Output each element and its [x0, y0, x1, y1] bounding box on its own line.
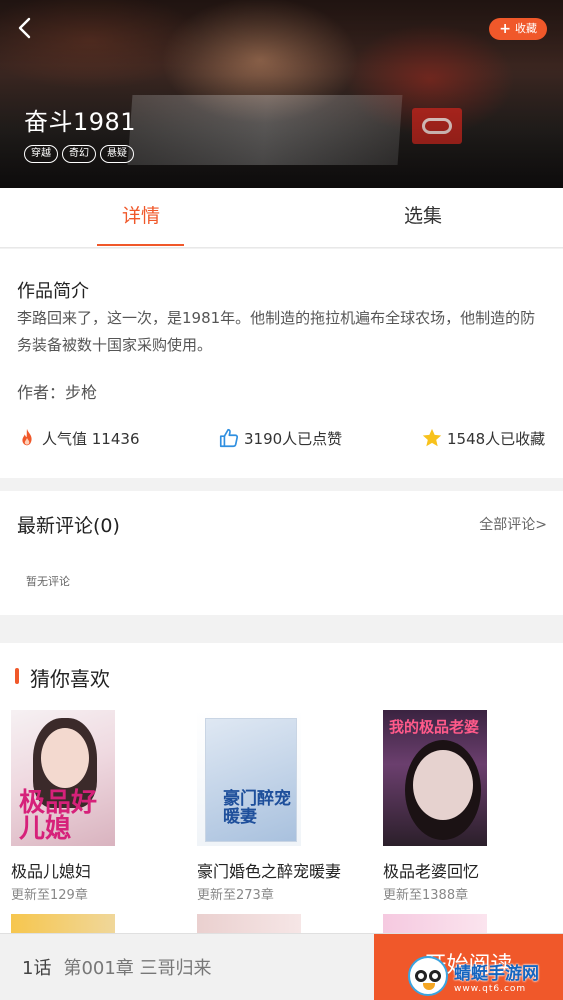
- current-episode[interactable]: 1话 第001章 三哥归来: [22, 954, 212, 980]
- book-cover-partial[interactable]: [383, 914, 487, 934]
- cover-title: 豪门醉宠暖妻: [223, 789, 291, 827]
- favorite-label: 收藏: [515, 22, 537, 35]
- all-comments-link[interactable]: 全部评论>: [479, 514, 547, 534]
- chevron-left-icon: [18, 17, 31, 39]
- genre-tag[interactable]: 悬疑: [100, 145, 134, 163]
- book-cover: 极品好儿媳: [11, 710, 115, 846]
- book-name: 极品儿媳妇: [11, 862, 92, 881]
- popularity-stat: 人气值 11436: [16, 426, 140, 450]
- episode-title: 第001章 三哥归来: [63, 958, 212, 979]
- tab-episodes[interactable]: 选集: [282, 188, 563, 248]
- hero-banner: + 收藏 奋斗1981 穿越 奇幻 悬疑: [0, 0, 563, 188]
- favorites-stat[interactable]: 1548人已收藏: [421, 426, 545, 450]
- genre-tag[interactable]: 奇幻: [62, 145, 96, 163]
- plus-icon: +: [499, 21, 511, 37]
- details-card: 作品简介 李路回来了，这一次，是1981年。他制造的拖拉机遍布全球农场，他制造的…: [0, 249, 563, 478]
- tab-bar: 详情 选集: [0, 188, 563, 248]
- recommended-book[interactable]: 极品好儿媳 极品儿媳妇 更新至129章: [11, 710, 186, 903]
- synopsis-heading: 作品简介: [17, 281, 89, 302]
- cover-title: 极品好儿媳: [19, 788, 98, 844]
- book-cover-partial[interactable]: [11, 914, 115, 934]
- section-accent-bar: [15, 668, 19, 684]
- book-title: 奋斗1981: [24, 108, 137, 136]
- cover-title: 我的极品老婆: [389, 718, 480, 736]
- likes-text: 3190人已点赞: [244, 429, 343, 448]
- dragonfly-logo-icon: [408, 956, 448, 996]
- favorites-text: 1548人已收藏: [447, 429, 546, 448]
- book-cover: 豪门醉宠暖妻: [197, 710, 301, 846]
- comments-section: 最新评论(0) 全部评论> 暂无评论: [0, 491, 563, 615]
- book-name: 豪门婚色之醉宠暖妻: [197, 862, 342, 881]
- site-watermark: 蜻蜓手游网 www.qt6.com: [408, 955, 558, 997]
- author-line: 作者：步枪: [17, 383, 98, 402]
- episode-number: 1话: [22, 958, 52, 979]
- watermark-name: 蜻蜓手游网: [454, 963, 539, 984]
- watermark-url: www.qt6.com: [454, 983, 527, 994]
- recommended-book[interactable]: 豪门醉宠暖妻 豪门婚色之醉宠暖妻 更新至273章: [197, 710, 372, 903]
- no-comments-text: 暂无评论: [26, 575, 70, 588]
- likes-stat[interactable]: 3190人已点赞: [218, 426, 342, 450]
- book-cover: 我的极品老婆: [383, 710, 487, 846]
- comments-title: 最新评论(0): [17, 515, 120, 537]
- book-cover-partial[interactable]: [197, 914, 301, 934]
- recommendations-title: 猜你喜欢: [30, 667, 110, 691]
- tab-details[interactable]: 详情: [0, 188, 282, 248]
- genre-tags: 穿越 奇幻 悬疑: [24, 145, 134, 163]
- thumbs-up-icon: [219, 428, 239, 448]
- genre-tag[interactable]: 穿越: [24, 145, 58, 163]
- fire-icon: [22, 428, 32, 446]
- popularity-text: 人气值 11436: [42, 429, 140, 448]
- book-update: 更新至129章: [11, 888, 88, 903]
- synopsis-text: 李路回来了，这一次，是1981年。他制造的拖拉机遍布全球农场，他制造的防务装备被…: [17, 309, 536, 354]
- favorite-button[interactable]: + 收藏: [489, 18, 547, 40]
- book-name: 极品老婆回忆: [383, 862, 480, 881]
- recommended-book[interactable]: 我的极品老婆 极品老婆回忆 更新至1388章: [383, 710, 558, 903]
- back-button[interactable]: [12, 14, 40, 42]
- book-update: 更新至273章: [197, 888, 274, 903]
- star-icon: [422, 428, 442, 447]
- book-update: 更新至1388章: [383, 888, 469, 903]
- active-tab-indicator: [97, 244, 184, 246]
